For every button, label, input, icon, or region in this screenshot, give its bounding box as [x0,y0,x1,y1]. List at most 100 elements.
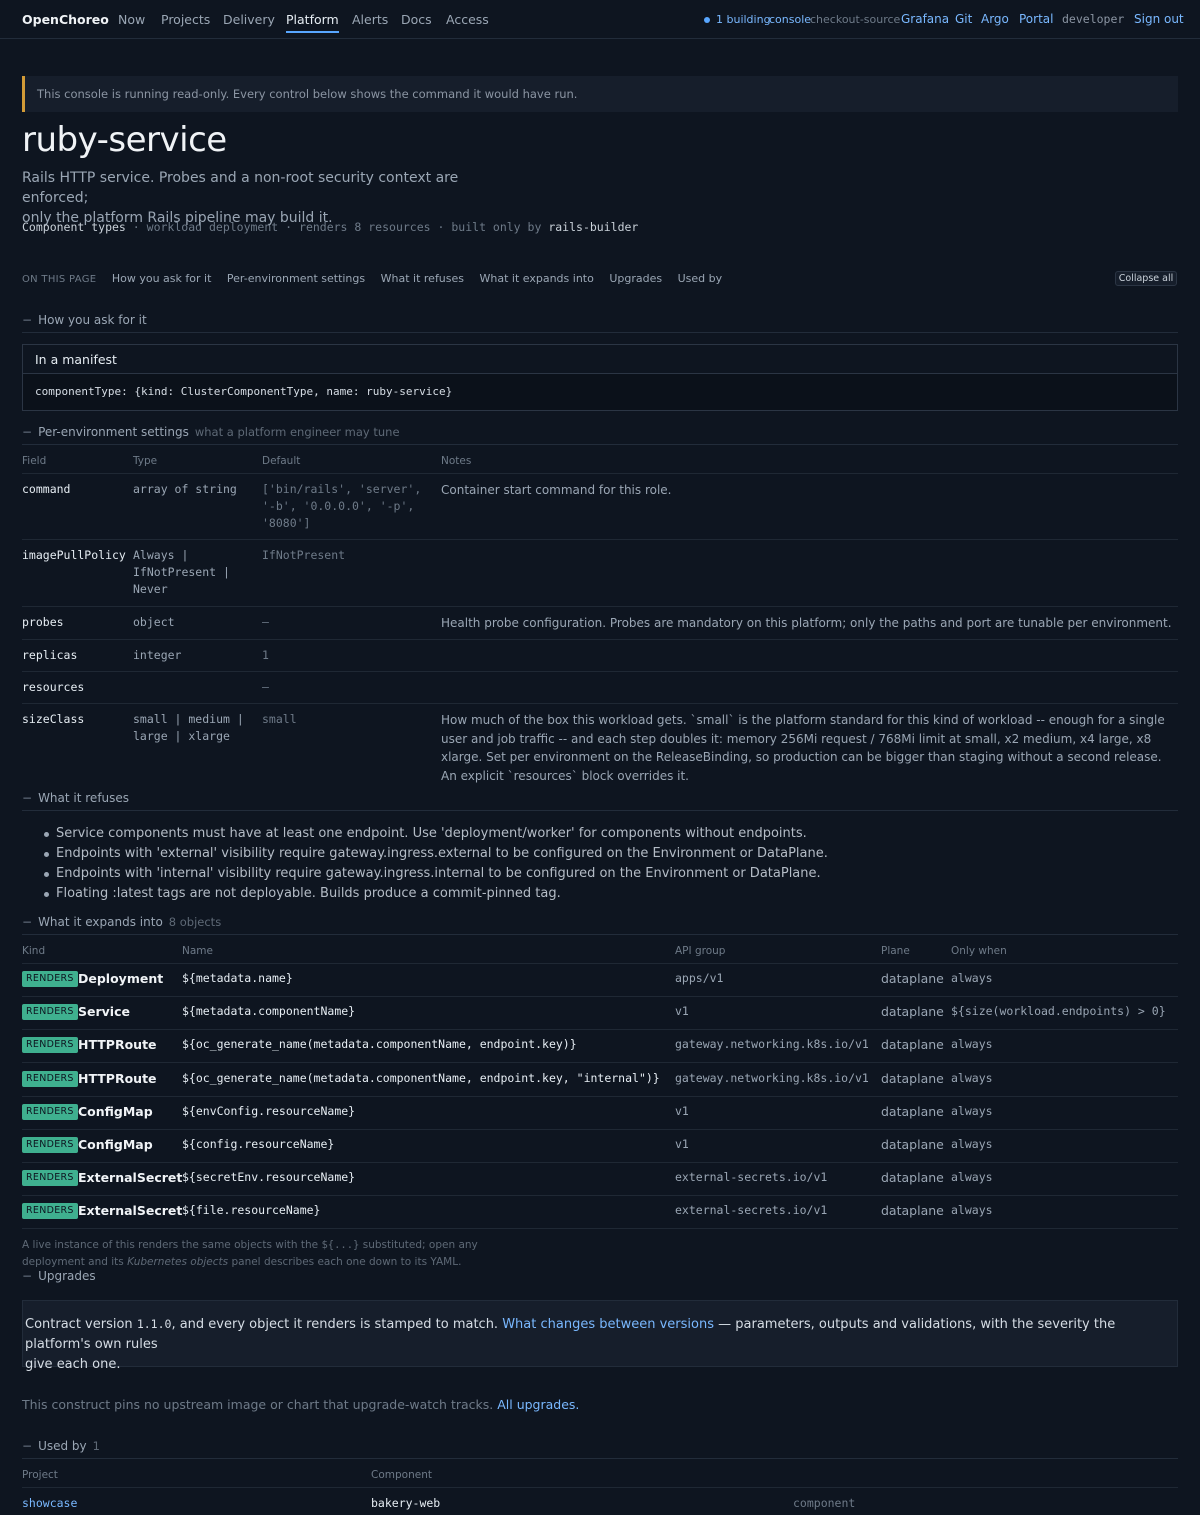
upgrades-card: Contract version 1.1.0, and every object… [22,1300,1178,1372]
renders-badge: RENDERS [22,1170,78,1186]
resource-name: ${oc_generate_name(metadata.componentNam… [182,1037,577,1051]
link-portal[interactable]: Portal [1019,12,1053,26]
manifest-title: In a manifest [23,345,1177,374]
renders-badge: RENDERS [22,1137,78,1153]
toc-expands[interactable]: What it expands into [480,272,594,285]
manifest-card: In a manifest componentType: {kind: Clus… [22,344,1178,411]
divider [22,606,1178,607]
col-notes: Notes [441,455,472,467]
footnote-text: panel describes each one down to its YAM… [231,1256,462,1268]
section-title: Upgrades [38,1269,96,1283]
section-header-ask[interactable]: − How you ask for it [22,313,1178,333]
nav-access[interactable]: Access [446,12,489,27]
section-header-used-by[interactable]: − Used by 1 [22,1439,1178,1459]
col-field: Field [22,455,47,467]
only-when: always [951,1137,993,1151]
console-target: checkout-source [810,13,901,26]
only-when: always [951,1170,993,1184]
plane: dataplane [881,1004,944,1019]
divider [22,473,1178,474]
separator: · [285,220,300,234]
link-grafana[interactable]: Grafana [901,12,949,26]
link-git[interactable]: Git [955,12,972,26]
api-group: external-secrets.io/v1 [675,1170,828,1184]
kind-label: Service [78,1004,130,1019]
field-type: integer [133,648,182,662]
collapse-toggle-icon: − [22,915,33,929]
field-notes: How much of the box this workload gets. … [441,713,1165,783]
only-when: always [951,1071,993,1085]
field-name: replicas [22,648,78,662]
collapse-toggle-icon: − [22,313,33,327]
manifest-code: componentType: {kind: ClusterComponentTy… [35,385,453,398]
resource-name: ${secretEnv.resourceName} [182,1170,356,1184]
nav-delivery[interactable]: Delivery [223,12,275,27]
field-type: object [133,615,175,629]
note-text: This construct pins no upstream image or… [22,1397,494,1412]
renders-badge: RENDERS [22,1071,78,1087]
section-title: Used by [38,1439,87,1453]
renders-badge: RENDERS [22,971,78,987]
plane: dataplane [881,1037,944,1052]
divider [22,703,1178,704]
field-default: — [262,680,269,694]
console-label[interactable]: console [769,13,811,26]
nav-alerts[interactable]: Alerts [352,12,388,27]
api-group: gateway.networking.k8s.io/v1 [675,1037,869,1051]
divider [22,671,1178,672]
toc-upgrades[interactable]: Upgrades [609,272,662,285]
api-group: v1 [675,1104,689,1118]
subtitle-line: Rails HTTP service. Probes and a non-roo… [22,170,459,206]
col-type: Type [133,455,158,467]
collapse-toggle-icon: − [22,1439,33,1453]
section-title: What it refuses [38,791,130,805]
nav-now[interactable]: Now [118,12,145,27]
divider [22,639,1178,640]
toc-settings[interactable]: Per-environment settings [227,272,365,285]
resource-name: ${oc_generate_name(metadata.componentNam… [182,1071,660,1085]
divider [22,1162,1178,1163]
all-upgrades-link[interactable]: All upgrades. [497,1397,579,1412]
divider [22,1228,1178,1229]
kind-label: ConfigMap [78,1104,153,1119]
field-name: imagePullPolicy [22,548,126,562]
toc-used-by[interactable]: Used by [678,272,723,285]
section-header-upgrades[interactable]: − Upgrades [22,1269,96,1283]
breadcrumb-component-types[interactable]: Component types [22,220,126,234]
toc-ask[interactable]: How you ask for it [112,272,212,285]
signout-link[interactable]: Sign out [1134,12,1184,26]
col-name: Name [182,945,213,957]
footnote-emphasis: Kubernetes objects [127,1256,229,1268]
component-name[interactable]: bakery-web [371,1495,440,1512]
field-type: array of string [133,482,237,496]
api-group: gateway.networking.k8s.io/v1 [675,1071,869,1085]
nav-platform[interactable]: Platform [286,12,339,33]
nav-docs[interactable]: Docs [401,12,432,27]
version-changes-link[interactable]: What changes between versions [502,1317,714,1332]
collapse-toggle-icon: − [22,425,33,439]
plane: dataplane [881,1170,944,1185]
page-subtitle: Rails HTTP service. Probes and a non-roo… [22,168,482,228]
build-status[interactable]: 1 building [704,13,771,26]
nav-projects[interactable]: Projects [161,12,210,27]
divider [22,539,1178,540]
plane: dataplane [881,1137,944,1152]
col-kind: Kind [22,945,46,957]
kind-label: HTTPRoute [78,1037,157,1052]
toc-refuses[interactable]: What it refuses [381,272,464,285]
section-header-refuses[interactable]: − What it refuses [22,791,1178,811]
project-link[interactable]: showcase [22,1495,77,1512]
section-header-settings[interactable]: − Per-environment settings what a platform… [22,425,1178,445]
section-title: How you ask for it [38,313,147,327]
renders-badge: RENDERS [22,1104,78,1120]
section-header-expands[interactable]: − What it expands into 8 objects [22,915,1178,935]
brand-logo[interactable]: OpenChoreo [22,12,109,27]
collapse-all-button[interactable]: Collapse all [1115,271,1177,286]
footnote-text: A live instance of this renders the same… [22,1239,319,1251]
collapse-toggle-icon: − [22,1269,33,1283]
upgrade-watch-note: This construct pins no upstream image or… [22,1397,579,1412]
field-default: — [262,615,269,629]
resource-name: ${file.resourceName} [182,1203,321,1217]
col-component: Component [371,1469,432,1481]
link-argo[interactable]: Argo [981,12,1009,26]
